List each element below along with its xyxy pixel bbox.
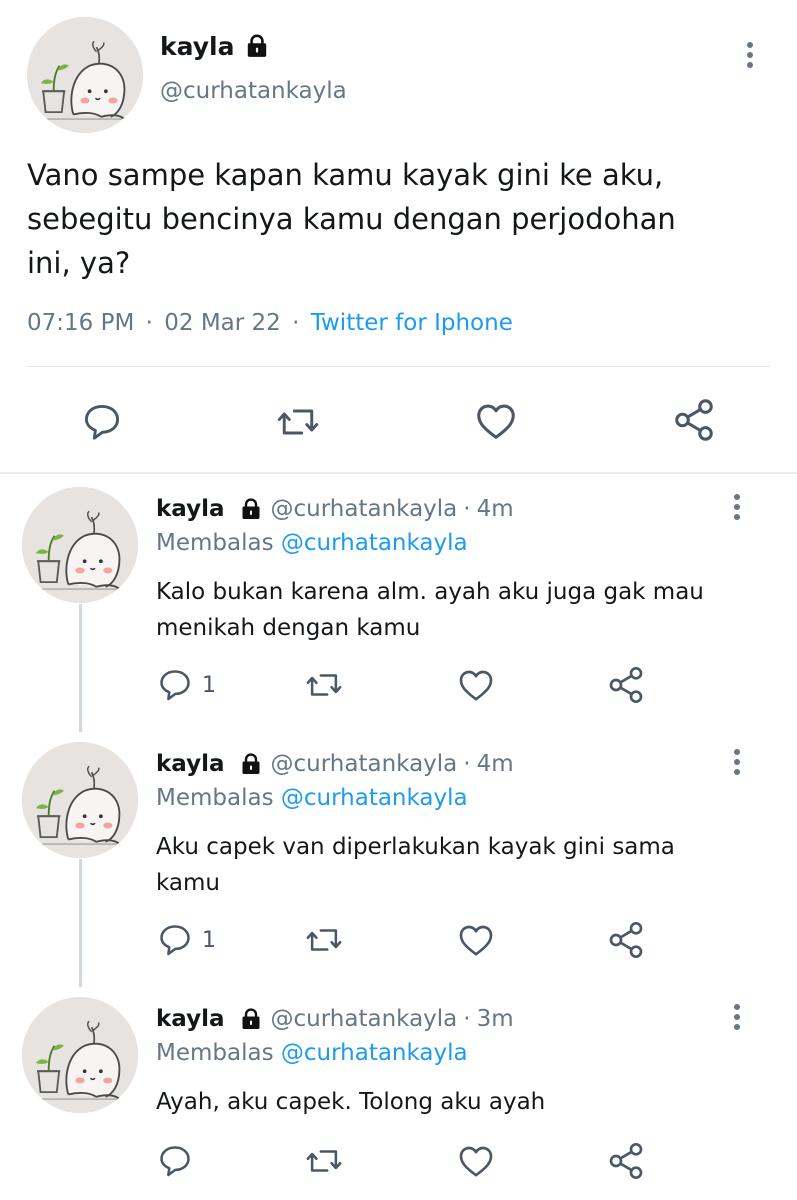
heart-icon — [456, 1141, 496, 1181]
meta-separator: · — [145, 310, 153, 336]
meta-separator: · — [463, 1006, 471, 1032]
tweet-text-line: kamu — [156, 870, 220, 896]
heart-icon — [456, 665, 496, 705]
tweet-source[interactable]: Twitter for Iphone — [311, 310, 513, 336]
speech-bubble-icon — [156, 666, 194, 704]
retweet-button[interactable] — [302, 666, 346, 704]
reply-button[interactable]: 1 — [156, 666, 216, 704]
lock-icon — [239, 752, 263, 776]
replying-handle[interactable]: @curhatankayla — [281, 1040, 468, 1066]
tweet-text-line: Kalo bukan karena alm. ayah aku juga gak… — [156, 579, 704, 605]
meta-separator: · — [463, 751, 471, 777]
tweet-text-line: sebegitu bencinya kamu dengan perjodohan — [27, 202, 676, 236]
replying-to: Membalas @curhatankayla — [156, 530, 468, 556]
tweet-age[interactable]: 4m — [477, 496, 514, 522]
replying-to: Membalas @curhatankayla — [156, 785, 468, 811]
share-icon — [606, 665, 646, 705]
heart-icon — [456, 920, 496, 960]
speech-bubble-icon — [156, 1142, 194, 1180]
share-icon — [606, 920, 646, 960]
avatar[interactable] — [27, 17, 143, 133]
replying-to: Membalas @curhatankayla — [156, 1040, 468, 1066]
tweet-meta: 07:16 PM · 02 Mar 22 · Twitter for Iphon… — [27, 310, 513, 336]
tweet-text-line: Aku capek van diperlakukan kayak gini sa… — [156, 834, 675, 860]
more-options-icon[interactable] — [744, 42, 756, 72]
meta-separator: · — [292, 310, 300, 336]
tweet-text-line: Vano sampe kapan kamu kayak gini ke aku, — [27, 158, 664, 192]
retweet-icon — [273, 400, 323, 444]
author-name[interactable]: kayla — [156, 751, 225, 777]
reply-count: 1 — [202, 672, 216, 698]
tweet-text: Aku capek van diperlakukan kayak gini sa… — [156, 829, 675, 901]
thread-connector — [79, 604, 82, 732]
speech-bubble-icon — [80, 400, 124, 444]
share-icon — [671, 397, 717, 443]
author-handle[interactable]: @curhatankayla — [271, 751, 458, 777]
replying-label: Membalas — [156, 1040, 274, 1066]
retweet-button[interactable] — [302, 1142, 346, 1180]
tweet-text: Kalo bukan karena alm. ayah aku juga gak… — [156, 574, 704, 646]
heart-icon — [473, 398, 519, 444]
retweet-icon — [302, 921, 346, 959]
tweet-date[interactable]: 02 Mar 22 — [164, 310, 281, 336]
share-icon — [606, 1141, 646, 1181]
tweet-time[interactable]: 07:16 PM — [27, 310, 134, 336]
author-handle[interactable]: @curhatankayla — [271, 496, 458, 522]
meta-separator: · — [463, 496, 471, 522]
lock-icon — [239, 497, 263, 521]
reply-count: 1 — [202, 927, 216, 953]
share-button[interactable] — [606, 1141, 646, 1181]
retweet-button[interactable] — [273, 400, 323, 444]
replying-label: Membalas — [156, 785, 274, 811]
avatar[interactable] — [22, 742, 138, 858]
more-options-icon[interactable] — [731, 1004, 743, 1034]
speech-bubble-icon — [156, 921, 194, 959]
lock-icon — [239, 1007, 263, 1031]
like-button[interactable] — [456, 1141, 496, 1181]
more-options-icon[interactable] — [731, 749, 743, 779]
author-handle[interactable]: @curhatankayla — [160, 78, 347, 104]
avatar[interactable] — [22, 487, 138, 603]
avatar[interactable] — [22, 997, 138, 1113]
author-handle[interactable]: @curhatankayla — [271, 1006, 458, 1032]
lock-icon — [244, 33, 270, 59]
tweet-text-line: Ayah, aku capek. Tolong aku ayah — [156, 1089, 546, 1115]
like-button[interactable] — [456, 665, 496, 705]
tweet-age[interactable]: 4m — [477, 751, 514, 777]
retweet-button[interactable] — [302, 921, 346, 959]
divider — [27, 366, 770, 367]
replying-handle[interactable]: @curhatankayla — [281, 785, 468, 811]
retweet-icon — [302, 666, 346, 704]
tweet-age[interactable]: 3m — [477, 1006, 514, 1032]
retweet-icon — [302, 1142, 346, 1180]
share-button[interactable] — [606, 920, 646, 960]
replying-handle[interactable]: @curhatankayla — [281, 530, 468, 556]
author-name[interactable]: kayla — [160, 32, 234, 61]
more-options-icon[interactable] — [731, 494, 743, 524]
author-name[interactable]: kayla — [156, 496, 225, 522]
reply-button[interactable] — [156, 1142, 194, 1180]
share-button[interactable] — [606, 665, 646, 705]
tweet-text-line: ini, ya? — [27, 246, 131, 280]
tweet-text: Vano sampe kapan kamu kayak gini ke aku,… — [27, 153, 676, 285]
reply-button[interactable] — [80, 400, 124, 444]
author-name[interactable]: kayla — [156, 1006, 225, 1032]
thread-connector — [79, 859, 82, 987]
like-button[interactable] — [456, 920, 496, 960]
reply-button[interactable]: 1 — [156, 921, 216, 959]
like-button[interactable] — [473, 398, 519, 444]
tweet-text: Ayah, aku capek. Tolong aku ayah — [156, 1084, 545, 1120]
replying-label: Membalas — [156, 530, 274, 556]
tweet-text-line: menikah dengan kamu — [156, 615, 421, 641]
share-button[interactable] — [671, 397, 717, 443]
section-divider — [0, 472, 797, 474]
